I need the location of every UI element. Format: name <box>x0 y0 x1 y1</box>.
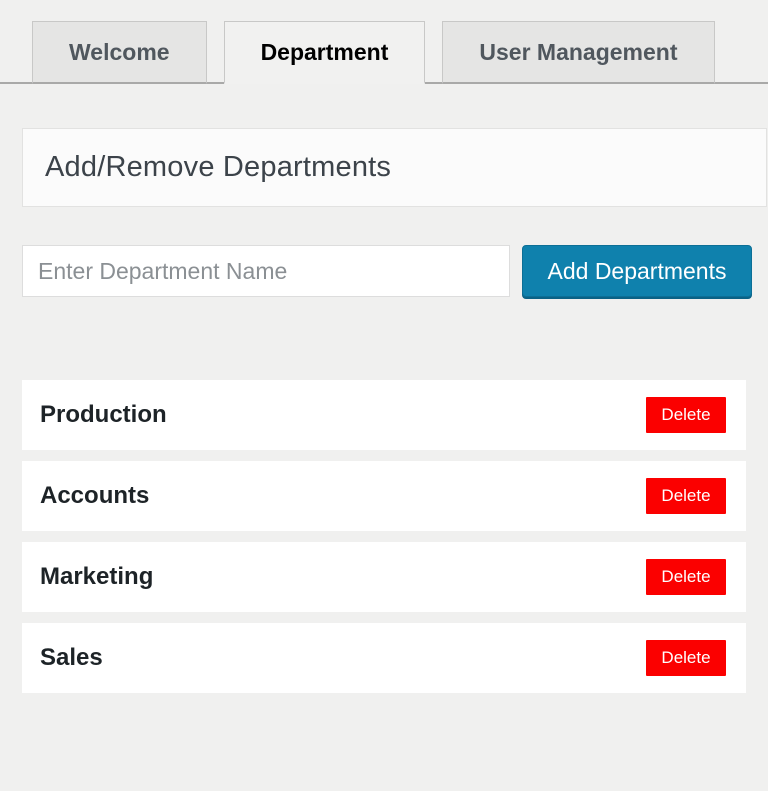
department-name: Accounts <box>40 482 150 509</box>
tab-user-management-label: User Management <box>479 38 678 65</box>
department-list: Production Delete Accounts Delete Market… <box>22 380 768 693</box>
tab-bar: Welcome Department User Management <box>0 0 768 84</box>
department-row: Accounts Delete <box>22 461 746 531</box>
tab-welcome[interactable]: Welcome <box>32 21 207 84</box>
tab-welcome-label: Welcome <box>69 38 170 65</box>
heading-panel: Add/Remove Departments <box>22 128 767 207</box>
department-row: Production Delete <box>22 380 746 450</box>
delete-button[interactable]: Delete <box>646 559 726 595</box>
department-name-input[interactable] <box>22 245 510 297</box>
tab-user-management[interactable]: User Management <box>442 21 715 84</box>
delete-button[interactable]: Delete <box>646 397 726 433</box>
department-name: Sales <box>40 644 103 671</box>
add-departments-button[interactable]: Add Departments <box>522 245 752 297</box>
department-name: Production <box>40 401 167 428</box>
department-name: Marketing <box>40 563 154 590</box>
department-row: Marketing Delete <box>22 542 746 612</box>
tab-department-label: Department <box>260 38 389 65</box>
delete-button[interactable]: Delete <box>646 640 726 676</box>
delete-button[interactable]: Delete <box>646 478 726 514</box>
page-title: Add/Remove Departments <box>45 151 392 183</box>
tab-department[interactable]: Department <box>223 21 426 84</box>
department-row: Sales Delete <box>22 623 746 693</box>
add-department-form: Add Departments <box>22 245 768 297</box>
